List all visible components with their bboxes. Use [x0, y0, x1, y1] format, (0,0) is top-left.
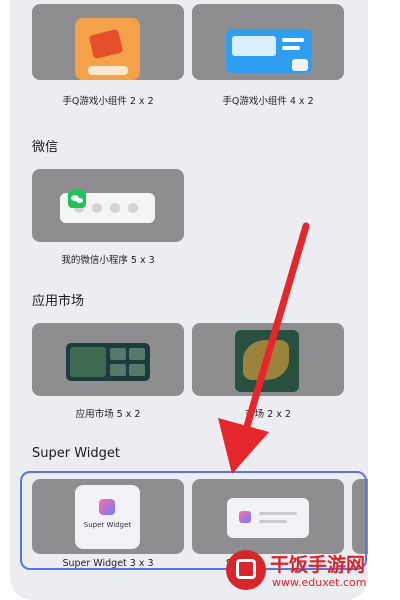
watermark-logo-icon [226, 550, 266, 590]
annotation-arrow-layer [218, 222, 310, 474]
watermark: 干饭手游网 www.eduxet.com [226, 548, 400, 598]
watermark-title: 干饭手游网 [270, 554, 366, 576]
red-arrow-icon [218, 222, 310, 474]
watermark-url: www.eduxet.com [272, 576, 367, 589]
